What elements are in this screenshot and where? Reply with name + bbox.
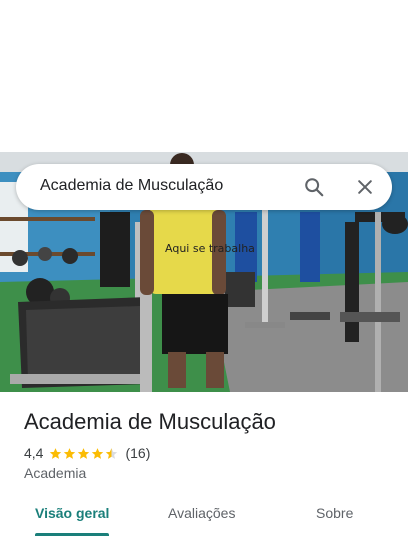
rating-stars — [49, 447, 119, 460]
star-icon — [92, 447, 104, 459]
tab-reviews[interactable]: Avaliações — [168, 505, 235, 521]
tab-about[interactable]: Sobre — [316, 505, 353, 521]
clear-search-button[interactable] — [351, 173, 379, 201]
place-tabs: Visão geral Avaliações Sobre — [0, 492, 408, 544]
close-icon — [358, 180, 372, 194]
rating-row[interactable]: 4,4 (16) — [24, 444, 150, 462]
search-icon — [305, 178, 324, 197]
shirt-text: Aqui se trabalha — [165, 242, 255, 255]
search-input[interactable]: Academia de Musculação — [40, 177, 223, 195]
search-bar[interactable]: Academia de Musculação — [16, 164, 392, 210]
active-tab-indicator — [35, 533, 109, 536]
search-button[interactable] — [300, 173, 328, 201]
star-icon — [64, 447, 76, 459]
map-blank-area — [0, 0, 408, 152]
star-half-icon — [106, 447, 118, 459]
tab-overview[interactable]: Visão geral — [35, 505, 109, 521]
star-icon — [78, 447, 90, 459]
review-count[interactable]: (16) — [125, 445, 150, 461]
place-category: Academia — [24, 465, 87, 481]
rating-value: 4,4 — [24, 445, 44, 461]
star-icon — [50, 447, 62, 459]
place-title: Academia de Musculação — [24, 409, 276, 434]
